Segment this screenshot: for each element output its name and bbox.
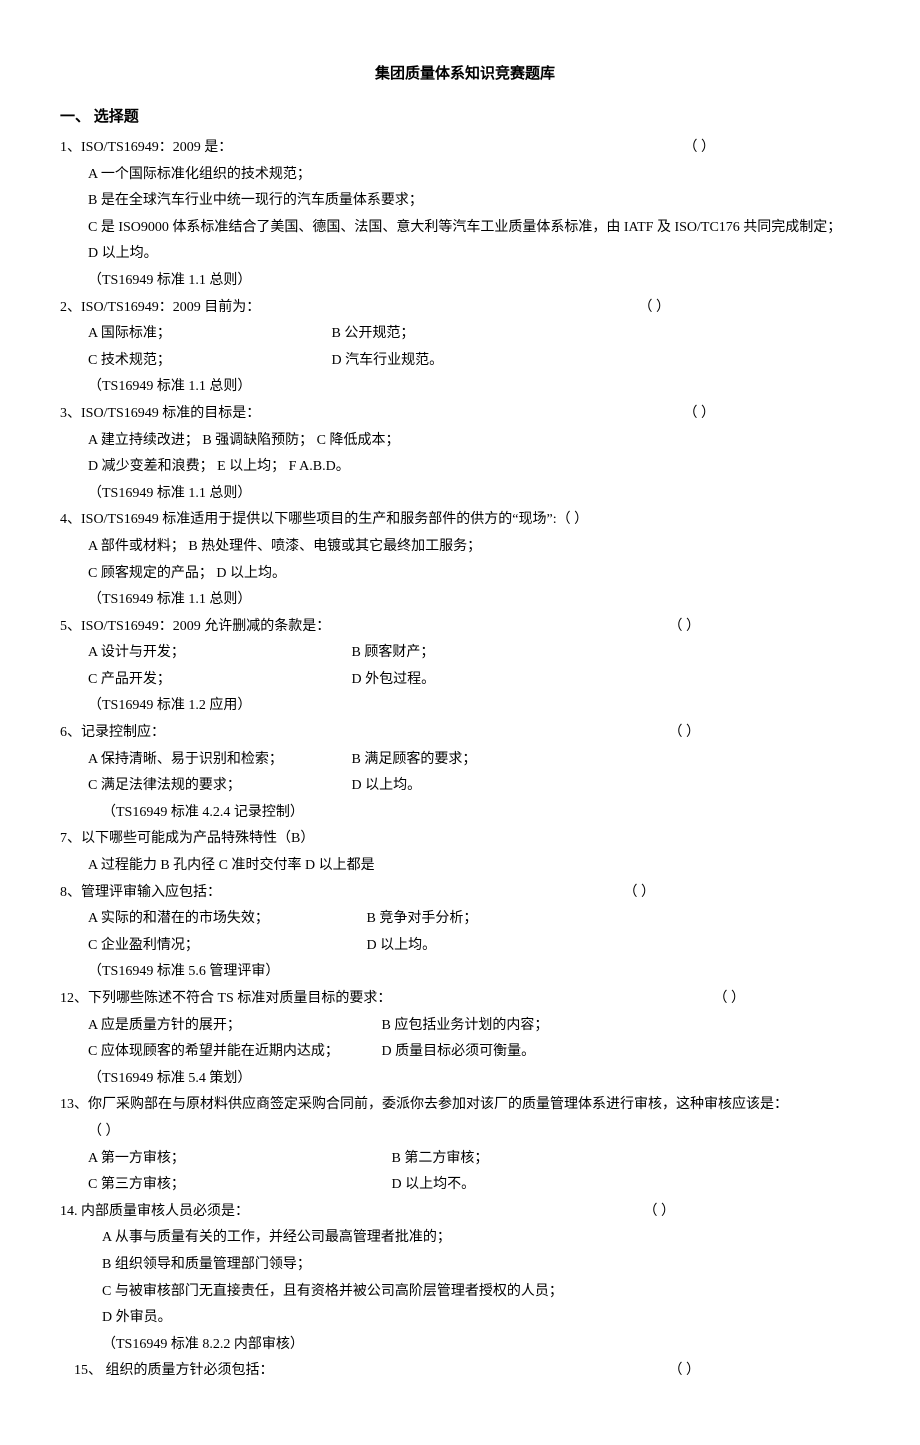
- q5-options-row1: A 设计与开发； B 顾客财产；: [60, 640, 870, 667]
- q5-text: 5、ISO/TS16949：2009 允许删减的条款是：: [60, 619, 330, 634]
- q8-reference: （TS16949 标准 5.6 管理评审）: [60, 959, 870, 986]
- question-15-stem: 15、 组织的质量方针必须包括： （ ）: [60, 1358, 870, 1385]
- q13-option-a: A 第一方审核；: [88, 1146, 388, 1173]
- q1-option-b: B 是在全球汽车行业中统一现行的汽车质量体系要求；: [60, 188, 870, 215]
- q5-option-c: C 产品开发；: [88, 667, 348, 694]
- q8-option-d: D 以上均。: [367, 938, 437, 953]
- q3-reference: （TS16949 标准 1.1 总则）: [60, 481, 870, 508]
- q3-blank: （ ）: [684, 401, 716, 428]
- q1-option-d: D 以上均。: [60, 241, 870, 268]
- question-4-stem: 4、ISO/TS16949 标准适用于提供以下哪些项目的生产和服务部件的供方的“…: [60, 507, 870, 534]
- q1-blank: （ ）: [684, 135, 716, 162]
- q14-option-b: B 组织领导和质量管理部门领导；: [60, 1252, 870, 1279]
- q6-option-c: C 满足法律法规的要求；: [88, 773, 348, 800]
- q1-reference: （TS16949 标准 1.1 总则）: [60, 268, 870, 295]
- question-8-stem: 8、管理评审输入应包括： （ ）: [60, 880, 870, 907]
- q8-option-b: B 竞争对手分析；: [367, 911, 478, 926]
- q8-options-row2: C 企业盈利情况； D 以上均。: [60, 933, 870, 960]
- q4-options-row2: C 顾客规定的产品； D 以上均。: [60, 561, 870, 588]
- q5-reference: （TS16949 标准 1.2 应用）: [60, 693, 870, 720]
- question-7-stem: 7、以下哪些可能成为产品特殊特性（B）: [60, 826, 870, 853]
- q14-text: 14. 内部质量审核人员必须是：: [60, 1204, 249, 1219]
- q6-option-a: A 保持清晰、易于识别和检索；: [88, 747, 348, 774]
- q14-blank: （ ）: [644, 1199, 676, 1226]
- q3-options-row2: D 减少变差和浪费； E 以上均； F A.B.D。: [60, 454, 870, 481]
- q1-option-a: A 一个国际标准化组织的技术规范；: [60, 162, 870, 189]
- q6-reference: （TS16949 标准 4.2.4 记录控制）: [60, 800, 870, 827]
- q1-text: 1、ISO/TS16949：2009 是：: [60, 140, 232, 155]
- q5-option-b: B 顾客财产；: [352, 645, 435, 660]
- q7-options: A 过程能力 B 孔内径 C 准时交付率 D 以上都是: [60, 853, 870, 880]
- q4-options-row1: A 部件或材料； B 热处理件、喷漆、电镀或其它最终加工服务；: [60, 534, 870, 561]
- q8-text: 8、管理评审输入应包括：: [60, 885, 221, 900]
- q12-option-b: B 应包括业务计划的内容；: [382, 1018, 549, 1033]
- q3-text: 3、ISO/TS16949 标准的目标是：: [60, 406, 260, 421]
- q2-option-a: A 国际标准；: [88, 321, 328, 348]
- q1-option-c: C 是 ISO9000 体系标准结合了美国、德国、法国、意大利等汽车工业质量体系…: [60, 215, 870, 242]
- question-14-stem: 14. 内部质量审核人员必须是： （ ）: [60, 1199, 870, 1226]
- q6-text: 6、记录控制应：: [60, 725, 165, 740]
- q12-blank: （ ）: [714, 986, 746, 1013]
- q6-blank: （ ）: [669, 720, 701, 747]
- q2-option-c: C 技术规范；: [88, 348, 328, 375]
- q8-options-row1: A 实际的和潜在的市场失效； B 竞争对手分析；: [60, 906, 870, 933]
- q14-option-a: A 从事与质量有关的工作，并经公司最高管理者批准的；: [60, 1225, 870, 1252]
- q8-option-a: A 实际的和潜在的市场失效；: [88, 906, 363, 933]
- question-2-stem: 2、ISO/TS16949：2009 目前为： （ ）: [60, 295, 870, 322]
- q6-option-d: D 以上均。: [352, 778, 422, 793]
- q13-options-row2: C 第三方审核； D 以上均不。: [60, 1172, 870, 1199]
- q6-options-row2: C 满足法律法规的要求； D 以上均。: [60, 773, 870, 800]
- q12-options-row2: C 应体现顾客的希望并能在近期内达成； D 质量目标必须可衡量。: [60, 1039, 870, 1066]
- q5-blank: （ ）: [669, 614, 701, 641]
- q13-option-d: D 以上均不。: [392, 1177, 476, 1192]
- q2-reference: （TS16949 标准 1.1 总则）: [60, 374, 870, 401]
- question-1-stem: 1、ISO/TS16949：2009 是： （ ）: [60, 135, 870, 162]
- q8-blank: （ ）: [624, 880, 656, 907]
- q14-option-d: D 外审员。: [60, 1305, 870, 1332]
- q12-text: 12、下列哪些陈述不符合 TS 标准对质量目标的要求：: [60, 991, 391, 1006]
- q13-option-c: C 第三方审核；: [88, 1172, 388, 1199]
- question-5-stem: 5、ISO/TS16949：2009 允许删减的条款是： （ ）: [60, 614, 870, 641]
- q2-text: 2、ISO/TS16949：2009 目前为：: [60, 300, 260, 315]
- q2-option-b: B 公开规范；: [332, 326, 415, 341]
- q8-option-c: C 企业盈利情况；: [88, 933, 363, 960]
- question-13-stem: 13、你厂采购部在与原材料供应商签定采购合同前，委派你去参加对该厂的质量管理体系…: [60, 1092, 870, 1119]
- q4-reference: （TS16949 标准 1.1 总则）: [60, 587, 870, 614]
- document-title: 集团质量体系知识竞赛题库: [60, 60, 870, 89]
- question-12-stem: 12、下列哪些陈述不符合 TS 标准对质量目标的要求： （ ）: [60, 986, 870, 1013]
- question-3-stem: 3、ISO/TS16949 标准的目标是： （ ）: [60, 401, 870, 428]
- q2-blank: （ ）: [639, 295, 671, 322]
- q2-options-row1: A 国际标准； B 公开规范；: [60, 321, 870, 348]
- q12-option-c: C 应体现顾客的希望并能在近期内达成；: [88, 1039, 378, 1066]
- q14-option-c: C 与被审核部门无直接责任，且有资格并被公司高阶层管理者授权的人员；: [60, 1279, 870, 1306]
- question-6-stem: 6、记录控制应： （ ）: [60, 720, 870, 747]
- section-header-choice: 一、 选择题: [60, 103, 870, 132]
- q12-option-d: D 质量目标必须可衡量。: [382, 1044, 536, 1059]
- q12-option-a: A 应是质量方针的展开；: [88, 1013, 378, 1040]
- q5-option-a: A 设计与开发；: [88, 640, 348, 667]
- q12-reference: （TS16949 标准 5.4 策划）: [60, 1066, 870, 1093]
- q13-blank-line: （ ）: [60, 1119, 870, 1146]
- q13-option-b: B 第二方审核；: [392, 1151, 489, 1166]
- q15-text: 15、 组织的质量方针必须包括：: [74, 1363, 274, 1378]
- q15-blank: （ ）: [669, 1358, 701, 1385]
- q12-options-row1: A 应是质量方针的展开； B 应包括业务计划的内容；: [60, 1013, 870, 1040]
- q2-option-d: D 汽车行业规范。: [332, 353, 444, 368]
- q13-options-row1: A 第一方审核； B 第二方审核；: [60, 1146, 870, 1173]
- q2-options-row2: C 技术规范； D 汽车行业规范。: [60, 348, 870, 375]
- q6-options-row1: A 保持清晰、易于识别和检索； B 满足顾客的要求；: [60, 747, 870, 774]
- q3-options-row1: A 建立持续改进； B 强调缺陷预防； C 降低成本；: [60, 428, 870, 455]
- q5-option-d: D 外包过程。: [352, 672, 436, 687]
- q14-reference: （TS16949 标准 8.2.2 内部审核）: [60, 1332, 870, 1359]
- q5-options-row2: C 产品开发； D 外包过程。: [60, 667, 870, 694]
- q6-option-b: B 满足顾客的要求；: [352, 752, 477, 767]
